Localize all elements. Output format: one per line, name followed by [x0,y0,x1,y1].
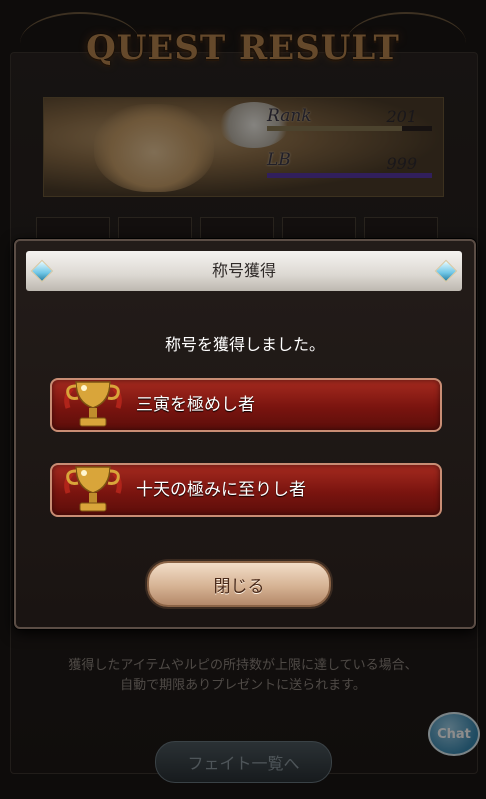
title-acquired-modal: 称号獲得 称号を獲得しました。 三寅を極めし者 十天の極みに至りし者 閉じる [14,239,476,629]
close-button-label: 閉じる [213,576,265,597]
title-label: 十天の極みに至りし者 [136,480,306,500]
modal-title: 称号獲得 [211,261,276,280]
modal-message: 称号を獲得しました。 [164,335,325,354]
trophy-icon [64,381,122,427]
title-banner: 十天の極みに至りし者 [50,463,442,517]
trophy-icon [64,466,122,512]
title-label: 三寅を極めし者 [136,395,255,415]
modal-header: 称号獲得 [26,251,462,291]
close-button[interactable]: 閉じる [147,561,331,607]
title-banner: 三寅を極めし者 [50,378,442,432]
